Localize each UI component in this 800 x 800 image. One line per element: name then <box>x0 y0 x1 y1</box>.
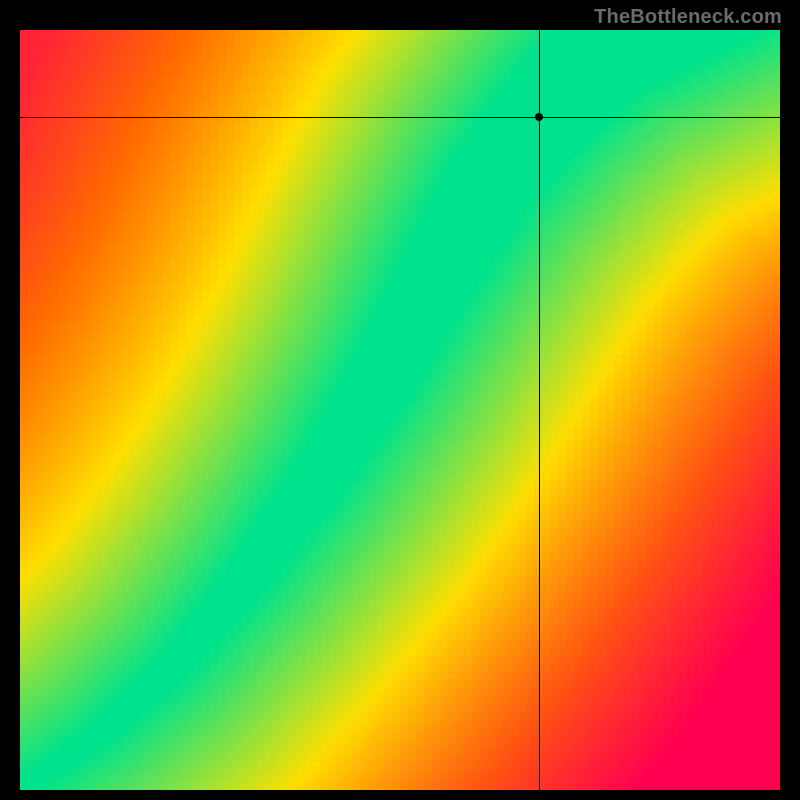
bottleneck-heatmap <box>20 30 780 790</box>
watermark-text: TheBottleneck.com <box>594 6 782 29</box>
crosshair-vertical <box>539 30 540 790</box>
crosshair-horizontal <box>20 117 780 118</box>
chart-container: TheBottleneck.com <box>0 0 800 800</box>
crosshair-marker-dot <box>535 113 543 121</box>
